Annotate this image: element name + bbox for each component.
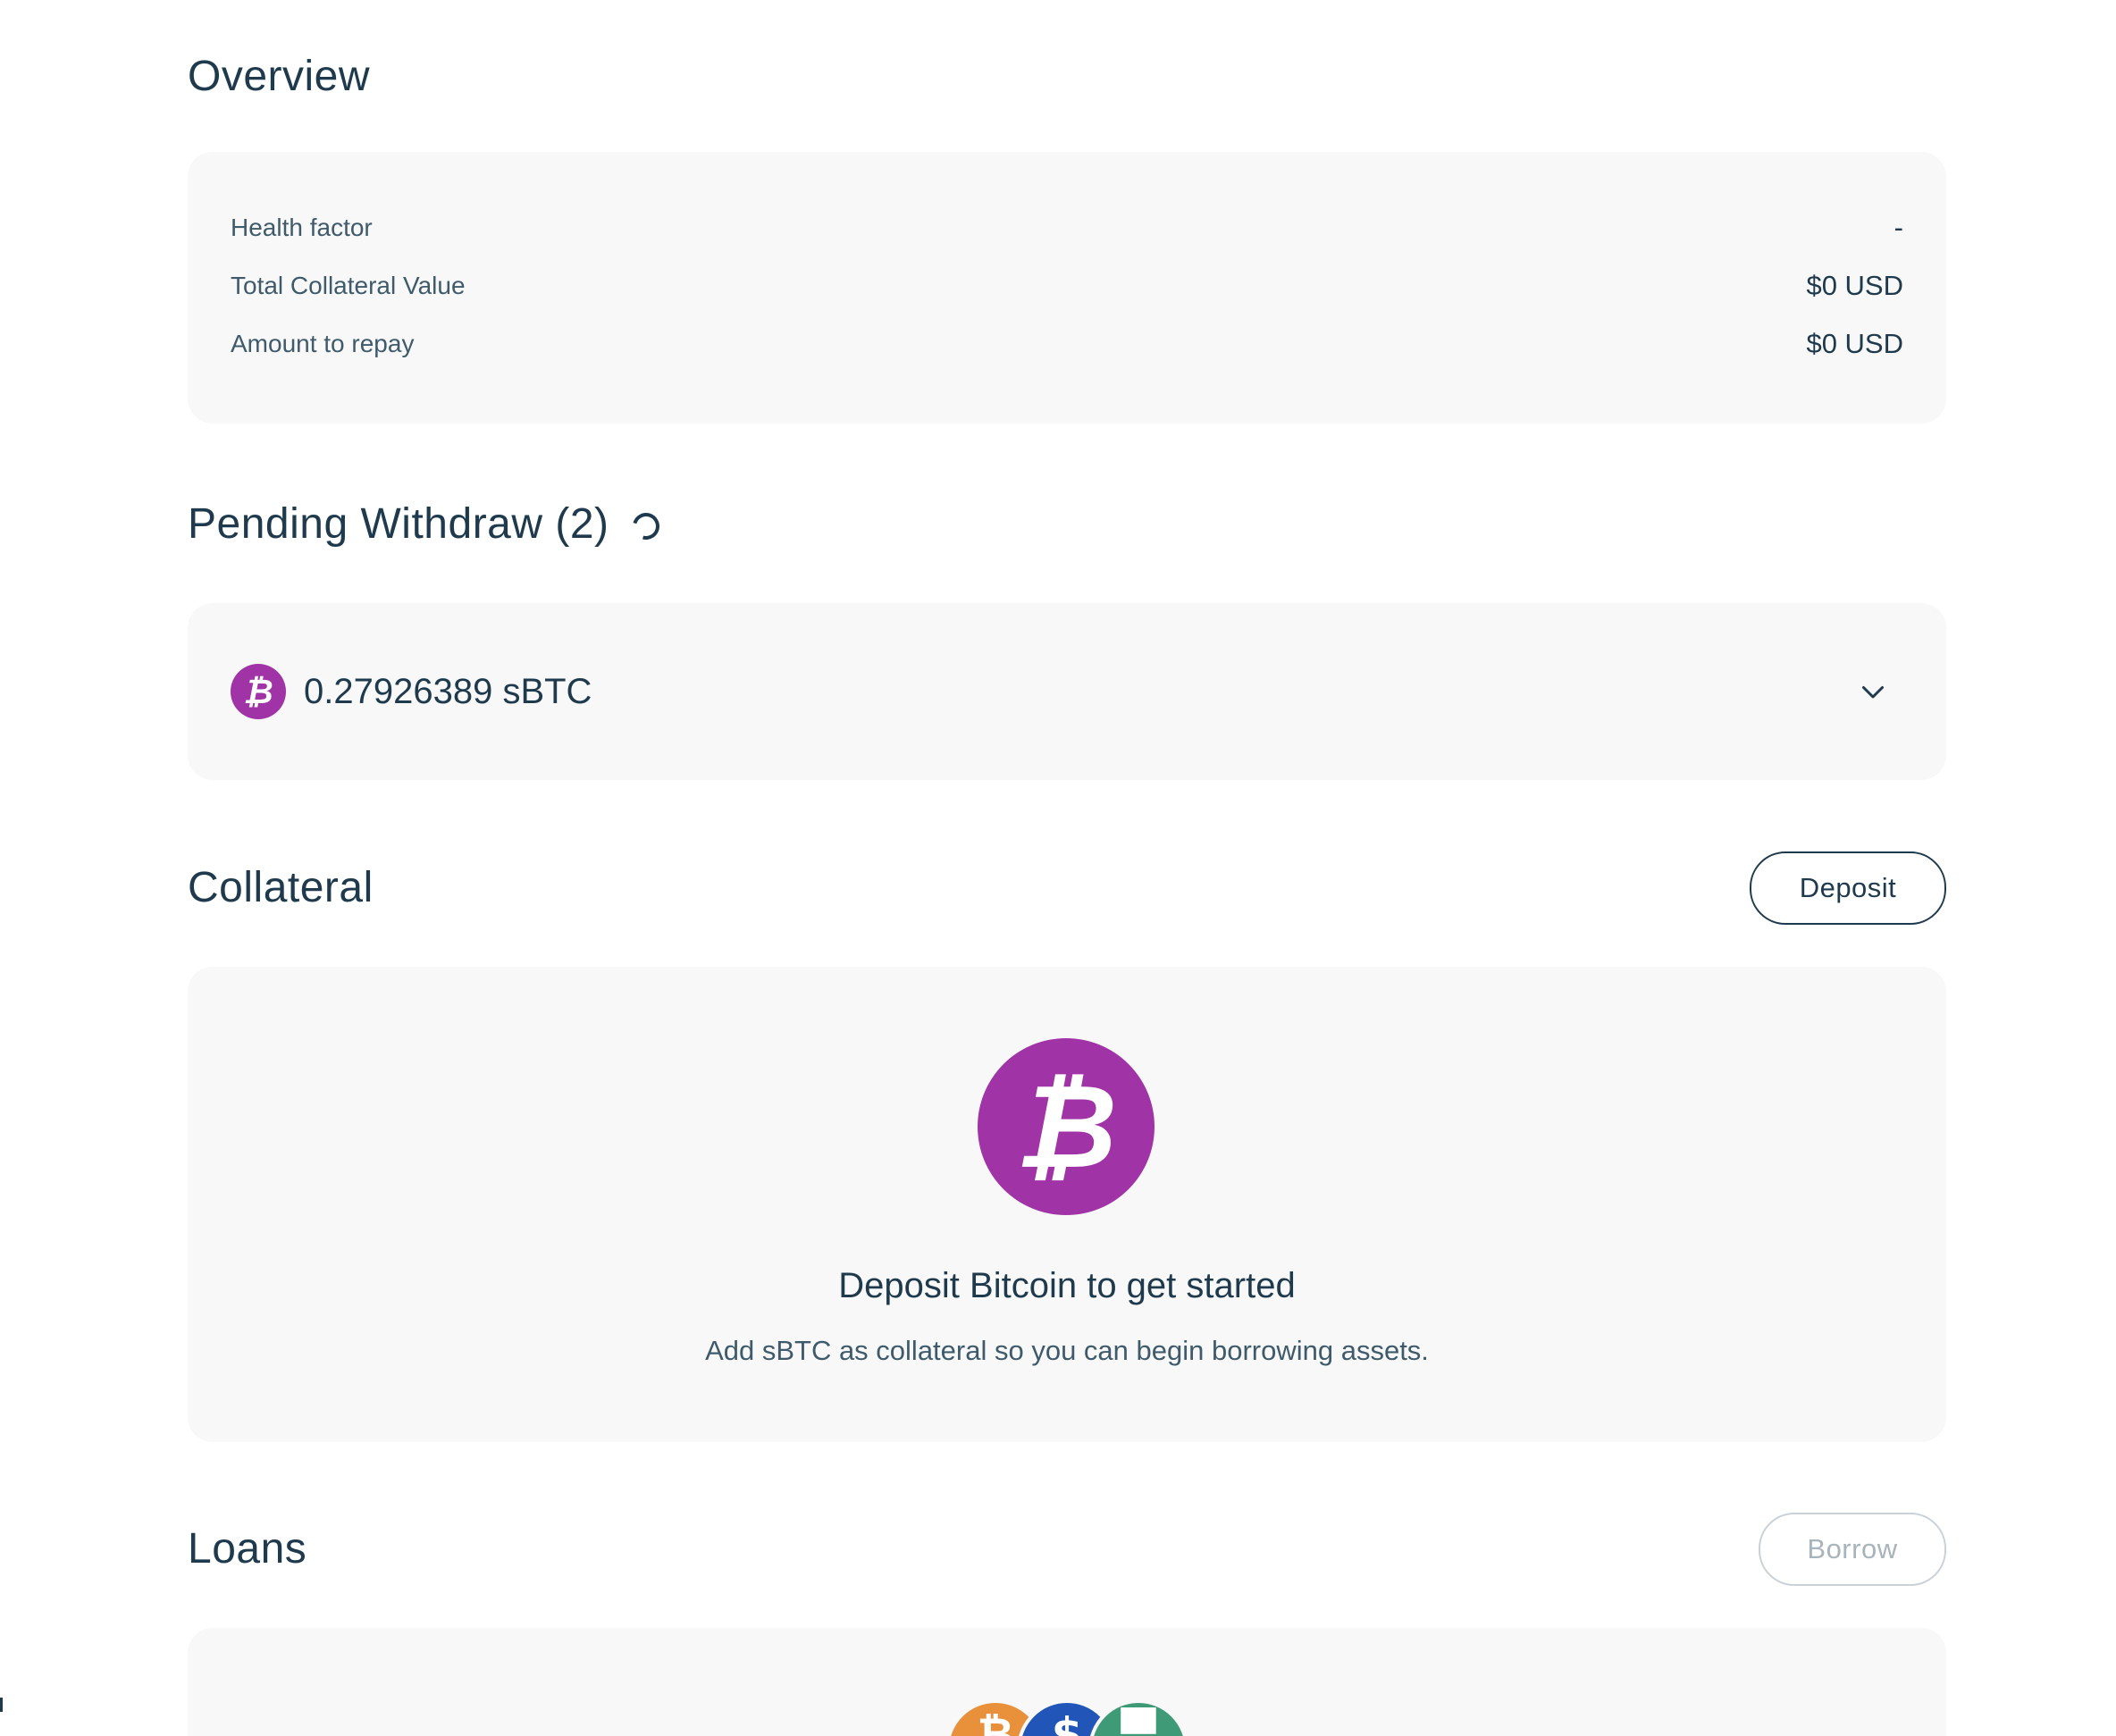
health-factor-value: -	[1893, 212, 1903, 243]
collateral-empty-state: ₿ Deposit Bitcoin to get started Add sBT…	[188, 967, 1946, 1442]
loans-empty-state: ₿ $ ▀	[188, 1628, 1946, 1736]
pending-withdraw-header: Pending Withdraw (2)	[188, 500, 665, 548]
bitcoin-icon: ₿	[231, 664, 286, 719]
edge-artifact	[0, 1698, 3, 1712]
pending-withdraw-item[interactable]: ₿ 0.27926389 sBTC	[188, 603, 1946, 780]
borrow-button[interactable]: Borrow	[1759, 1513, 1946, 1586]
chevron-down-icon[interactable]	[1857, 675, 1889, 708]
pending-withdraw-title: Pending Withdraw (2)	[188, 500, 609, 548]
loading-spinner-icon	[627, 507, 665, 545]
bitcoin-icon: ₿	[978, 1038, 1155, 1215]
total-collateral-label: Total Collateral Value	[231, 272, 466, 299]
pending-amount: 0.27926389 sBTC	[304, 671, 592, 711]
overview-card: Health factor - Total Collateral Value $…	[188, 152, 1946, 424]
overview-title: Overview	[188, 53, 371, 100]
collateral-empty-title: Deposit Bitcoin to get started	[838, 1266, 1296, 1305]
usdh-icon: ▀	[1088, 1699, 1188, 1736]
overview-row-health-factor: Health factor -	[231, 210, 1903, 246]
collateral-title: Collateral	[188, 864, 374, 911]
loans-title: Loans	[188, 1525, 307, 1572]
overview-row-amount-to-repay: Amount to repay $0 USD	[231, 326, 1903, 362]
page: Overview Health factor - Total Collatera…	[0, 0, 2116, 1736]
health-factor-label: Health factor	[231, 214, 373, 241]
amount-to-repay-value: $0 USD	[1806, 328, 1903, 359]
collateral-empty-subtitle: Add sBTC as collateral so you can begin …	[705, 1335, 1429, 1366]
amount-to-repay-label: Amount to repay	[231, 330, 415, 357]
total-collateral-value: $0 USD	[1806, 270, 1903, 301]
deposit-button[interactable]: Deposit	[1750, 851, 1946, 925]
overview-row-total-collateral: Total Collateral Value $0 USD	[231, 268, 1903, 304]
pending-item-info: ₿ 0.27926389 sBTC	[231, 664, 592, 719]
